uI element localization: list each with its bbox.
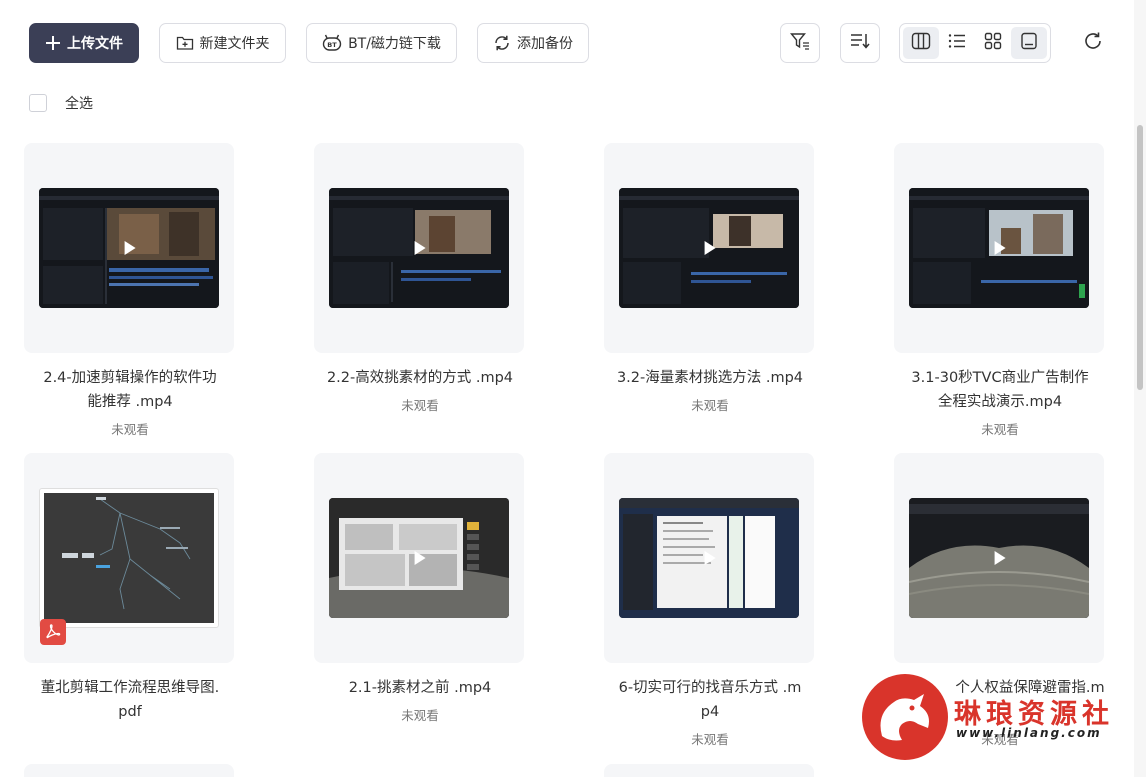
new-folder-button[interactable]: 新建文件夹 xyxy=(159,23,286,63)
watch-status: 未观看 xyxy=(691,732,729,747)
select-all[interactable]: 全选 xyxy=(29,93,93,113)
bt-download-label: BT/磁力链下载 xyxy=(348,36,441,52)
svg-text:BT: BT xyxy=(327,41,337,49)
file-card-partial xyxy=(604,764,814,777)
list-icon xyxy=(948,33,966,53)
toolbar: 上传文件 新建文件夹 BT BT/磁力链下载 添加备份 xyxy=(0,0,1146,86)
filter-button[interactable] xyxy=(780,23,820,63)
watch-status: 未观看 xyxy=(401,708,439,723)
file-thumbnail[interactable] xyxy=(604,453,814,663)
pdf-icon xyxy=(40,619,66,645)
bt-icon: BT xyxy=(322,34,342,52)
file-card[interactable]: 2.2-高效挑素材的方式 .mp4 未观看 xyxy=(290,143,580,443)
file-card[interactable]: 董北剪辑工作流程思维导图. pdf xyxy=(0,453,290,753)
file-card[interactable]: 3.2-海量素材挑选方法 .mp4 未观看 xyxy=(580,143,870,443)
file-name[interactable]: 2.4-加速剪辑操作的软件功 能推荐 .mp4 xyxy=(0,366,260,414)
file-card-partial xyxy=(24,764,234,777)
watermark-url: www.linlang.com xyxy=(956,726,1102,740)
folder-plus-icon xyxy=(176,35,194,51)
play-icon xyxy=(704,551,716,565)
filter-icon xyxy=(790,32,810,54)
video-thumbnail xyxy=(329,188,509,308)
watch-status: 未观看 xyxy=(111,422,149,437)
file-thumbnail[interactable] xyxy=(894,143,1104,353)
file-card[interactable]: 2.4-加速剪辑操作的软件功 能推荐 .mp4 未观看 xyxy=(0,143,290,443)
file-card[interactable]: 2.1-挑素材之前 .mp4 未观看 xyxy=(290,453,580,753)
new-folder-label: 新建文件夹 xyxy=(199,36,270,52)
view-columns-button[interactable] xyxy=(903,27,939,59)
pdf-thumbnail xyxy=(39,488,219,628)
upload-button[interactable]: 上传文件 xyxy=(29,23,139,63)
file-thumbnail[interactable] xyxy=(894,453,1104,663)
watch-status: 未观看 xyxy=(691,398,729,413)
file-thumbnail[interactable] xyxy=(314,143,524,353)
view-mode-group xyxy=(899,23,1051,63)
video-thumbnail xyxy=(909,188,1089,308)
play-icon xyxy=(704,241,716,255)
video-thumbnail xyxy=(329,498,509,618)
plus-icon xyxy=(45,35,61,51)
file-name[interactable]: 2.2-高效挑素材的方式 .mp4 xyxy=(290,366,550,390)
file-name[interactable]: 6-切实可行的找音乐方式 .m p4 xyxy=(580,676,840,724)
preview-icon xyxy=(1020,32,1038,54)
view-grid-button[interactable] xyxy=(975,27,1011,59)
refresh-button[interactable] xyxy=(1078,28,1108,58)
file-name[interactable]: 2.1-挑素材之前 .mp4 xyxy=(290,676,550,700)
file-name[interactable]: 3.1-30秒TVC商业广告制作 全程实战演示.mp4 xyxy=(870,366,1130,414)
watch-status: 未观看 xyxy=(981,422,1019,437)
video-thumbnail xyxy=(909,498,1089,618)
add-backup-label: 添加备份 xyxy=(517,36,573,52)
file-card[interactable]: 3.1-30秒TVC商业广告制作 全程实战演示.mp4 未观看 xyxy=(870,143,1146,443)
file-name[interactable]: 董北剪辑工作流程思维导图. pdf xyxy=(0,676,260,724)
upload-label: 上传文件 xyxy=(67,36,123,52)
file-thumbnail[interactable] xyxy=(314,453,524,663)
add-backup-button[interactable]: 添加备份 xyxy=(477,23,589,63)
file-name[interactable]: 3.2-海量素材挑选方法 .mp4 xyxy=(580,366,840,390)
refresh-icon xyxy=(1083,31,1103,55)
view-list-button[interactable] xyxy=(939,27,975,59)
sync-icon xyxy=(493,34,511,52)
video-thumbnail xyxy=(619,188,799,308)
file-thumbnail[interactable] xyxy=(24,453,234,663)
select-all-label: 全选 xyxy=(65,96,93,112)
watch-status: 未观看 xyxy=(401,398,439,413)
file-card[interactable]: 6-切实可行的找音乐方式 .m p4 未观看 xyxy=(580,453,870,753)
play-icon xyxy=(124,241,136,255)
select-all-checkbox[interactable] xyxy=(29,94,47,112)
sort-icon xyxy=(850,32,870,54)
play-icon xyxy=(414,551,426,565)
file-thumbnail[interactable] xyxy=(24,143,234,353)
grid-icon xyxy=(984,32,1002,54)
scrollbar-thumb[interactable] xyxy=(1137,125,1143,390)
play-icon xyxy=(414,241,426,255)
play-icon xyxy=(994,241,1006,255)
sort-button[interactable] xyxy=(840,23,880,63)
file-thumbnail[interactable] xyxy=(604,143,814,353)
scrollbar[interactable] xyxy=(1134,0,1146,777)
bt-download-button[interactable]: BT BT/磁力链下载 xyxy=(306,23,457,63)
columns-icon xyxy=(911,32,931,54)
dragon-logo-icon xyxy=(862,674,948,760)
play-icon xyxy=(994,551,1006,565)
watermark: 琳琅资源社 www.linlang.com xyxy=(862,674,1132,764)
view-preview-button[interactable] xyxy=(1011,27,1047,59)
video-thumbnail xyxy=(619,498,799,618)
video-thumbnail xyxy=(39,188,219,308)
